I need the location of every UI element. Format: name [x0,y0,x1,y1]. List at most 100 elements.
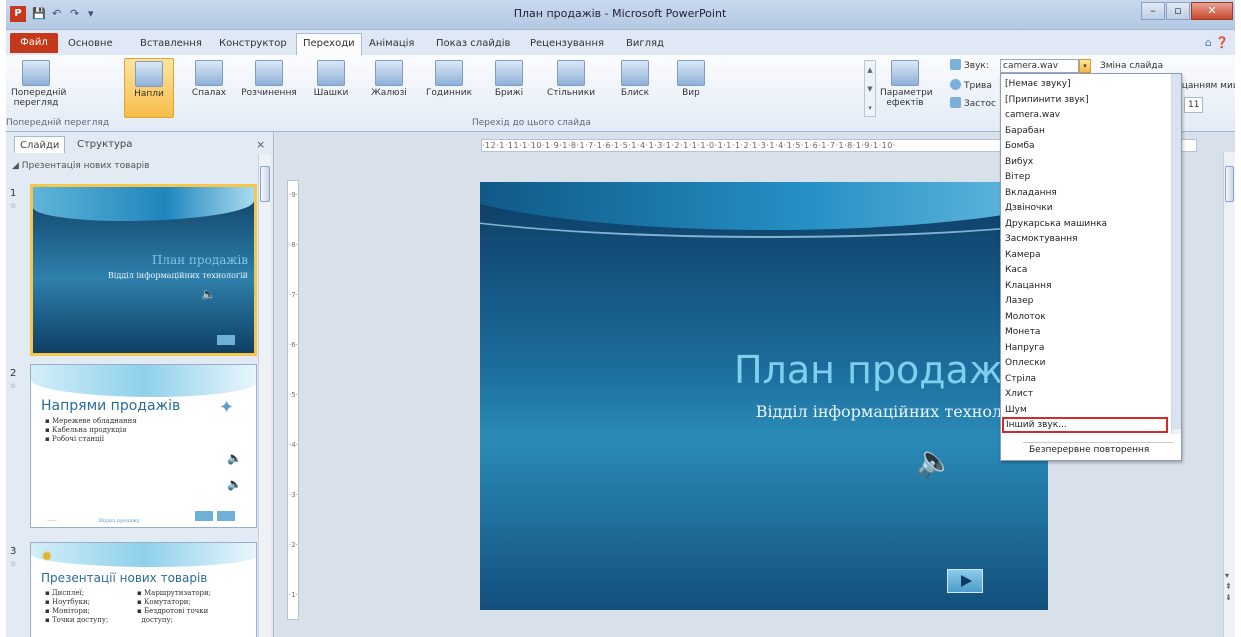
bullet-item: ▪ Маршрутизатори; [137,589,212,597]
sound-option[interactable]: Клацання [1005,279,1051,293]
save-icon[interactable]: 💾 [32,6,46,22]
transition-clock-button[interactable]: Годинник [418,58,480,118]
tab-review[interactable]: Рецензування [530,35,604,52]
transition-label: Напли [134,89,164,99]
sound-option[interactable]: Барабан [1005,124,1045,138]
sound-option[interactable]: Вітер [1005,170,1030,184]
effect-options-button[interactable]: Параметри ефектів [880,58,933,118]
sound-option[interactable]: Шум [1005,403,1027,417]
speaker-icon[interactable]: 🔈 [916,444,953,479]
transition-flash-icon [195,60,223,86]
play-button-icon[interactable] [947,569,983,593]
other-sound-option[interactable]: Інший звук... [1002,417,1168,433]
sound-option[interactable]: Дзвіночки [1005,201,1053,215]
thumb-footer: Відділ продажу [99,518,140,524]
transition-label: Годинник [425,88,473,98]
tab-animations[interactable]: Анімація [369,35,414,52]
help-icon[interactable]: ⌂ ❓ [1205,36,1229,49]
sound-option[interactable]: Вкладання [1005,186,1057,200]
pane-scrollbar[interactable] [258,154,271,637]
close-button[interactable]: ✕ [1191,2,1233,20]
transition-vortex-button[interactable]: Вир [666,58,716,118]
thumb-bullets-right: ▪ Маршрутизатори; ▪ Комутатори; ▪ Бездро… [137,589,211,625]
transition-vortex-icon [677,60,705,86]
sound-option[interactable]: Напруга [1005,341,1044,355]
powerpoint-app-icon[interactable]: P [10,6,26,22]
sound-option[interactable]: Вибух [1005,155,1033,169]
tab-view[interactable]: Вигляд [626,35,664,52]
tab-file[interactable]: Файл [10,33,58,53]
slide-title[interactable]: План продажів [480,348,1036,392]
apply-to-all-button[interactable]: Застос [950,97,996,111]
transition-honeycomb-icon [557,60,585,86]
sound-label-text: Звук: [964,61,989,71]
sound-option[interactable]: Каса [1005,263,1027,277]
sound-option[interactable]: Засмоктування [1005,232,1078,246]
tab-transitions[interactable]: Переходи [296,33,362,55]
undo-icon[interactable]: ↶ [52,6,61,22]
tab-slides[interactable]: Слайди [14,136,66,153]
sound-option[interactable]: Стріла [1005,372,1036,386]
transition-glitter-button[interactable]: Блиск [610,58,660,118]
transition-checker-button[interactable]: Шашки [306,58,356,118]
tab-design[interactable]: Конструктор [219,35,287,52]
pane-scrollbar-thumb[interactable] [260,166,270,202]
chevron-down-icon[interactable]: ▾ [1079,59,1091,73]
transition-blinds-icon [375,60,403,86]
back-button-icon [195,511,213,521]
maximize-button[interactable]: ▫ [1166,2,1190,20]
slide-thumbnail-3[interactable]: ✹ Презентації нових товарів ▪ Дисплеї; ▪… [30,542,257,637]
dropdown-scrollbar-thumb[interactable] [1172,74,1181,429]
slide-thumbnail-1[interactable]: План продажів Відділ інформаційних техно… [30,184,257,356]
tab-outline[interactable]: Структура [72,136,137,153]
transitions-gallery-scroll[interactable]: ▲ ▼ ▾ [864,60,876,117]
divider [1023,442,1173,443]
customize-qat-icon[interactable]: ▾ [88,6,94,22]
tab-home[interactable]: Основне [68,35,113,52]
effect-options-icon [891,60,919,86]
speaker-icon: 🔈 [227,477,242,491]
editor-scrollbar[interactable]: ▾ ⇞ ⇟ [1223,152,1235,637]
preview-button[interactable]: Попередній перегляд [11,58,66,118]
bullet-item: ▪ Точки доступу; [45,616,109,624]
duration-label-text: Трива [964,81,992,91]
sound-option[interactable]: [Припинити звук] [1005,93,1089,107]
tab-slide-show[interactable]: Показ слайдів [436,35,510,52]
sound-option[interactable]: Бомба [1005,139,1035,153]
current-slide[interactable]: План продажів Відділ інформаційних техно… [480,182,1048,610]
slide-subtitle[interactable]: Відділ інформаційних технологій [480,402,1036,421]
minimize-button[interactable]: – [1141,2,1165,20]
transition-blinds-button[interactable]: Жалюзі [364,58,414,118]
after-time-field[interactable]: 11 [1184,97,1204,113]
sound-select[interactable]: camera.wav [1000,59,1079,73]
sound-option[interactable]: camera.wav [1005,108,1060,122]
sound-option[interactable]: Оплески [1005,356,1046,370]
sound-option[interactable]: Камера [1005,248,1040,262]
slide-thumbnail-2[interactable]: Напрями продажів ✦ ▪ Мережеве обладнання… [30,364,257,528]
sound-option[interactable]: Монета [1005,325,1040,339]
slide-number: 3 [10,546,17,557]
tab-insert[interactable]: Вставлення [140,35,202,52]
transition-ripple-button[interactable]: Брижі [484,58,534,118]
editor-scrollbar-thumb[interactable] [1225,166,1234,202]
sound-option[interactable]: Друкарська машинка [1005,217,1107,231]
sound-option[interactable]: Лазер [1005,294,1033,308]
redo-icon[interactable]: ↷ [70,6,79,22]
transition-flash-button[interactable]: Спалах [184,58,234,118]
transition-honeycomb-button[interactable]: Стільники [540,58,602,118]
section-header[interactable]: ◢ Презентація нових товарів [12,161,149,171]
transition-dissolve-button[interactable]: Розчинення [238,58,300,118]
transition-push-icon [135,61,163,87]
transition-label: Блиск [620,88,650,98]
sound-option[interactable]: Хлист [1005,387,1033,401]
dropdown-scrollbar[interactable] [1171,74,1181,434]
loop-until-next-option[interactable]: Безперервне повторення [1029,445,1149,455]
transition-star-icon: ☆ [10,382,17,390]
thumb-footer: —— [47,518,57,524]
sound-option[interactable]: [Немає звуку] [1005,77,1071,91]
sound-option[interactable]: Молоток [1005,310,1046,324]
group-preview-label: Попередній перегляд [6,118,110,128]
close-pane-icon[interactable]: × [256,138,265,151]
transition-push-button[interactable]: Напли [124,58,174,118]
page-nav-icon[interactable]: ▾ ⇞ ⇟ [1225,570,1232,603]
